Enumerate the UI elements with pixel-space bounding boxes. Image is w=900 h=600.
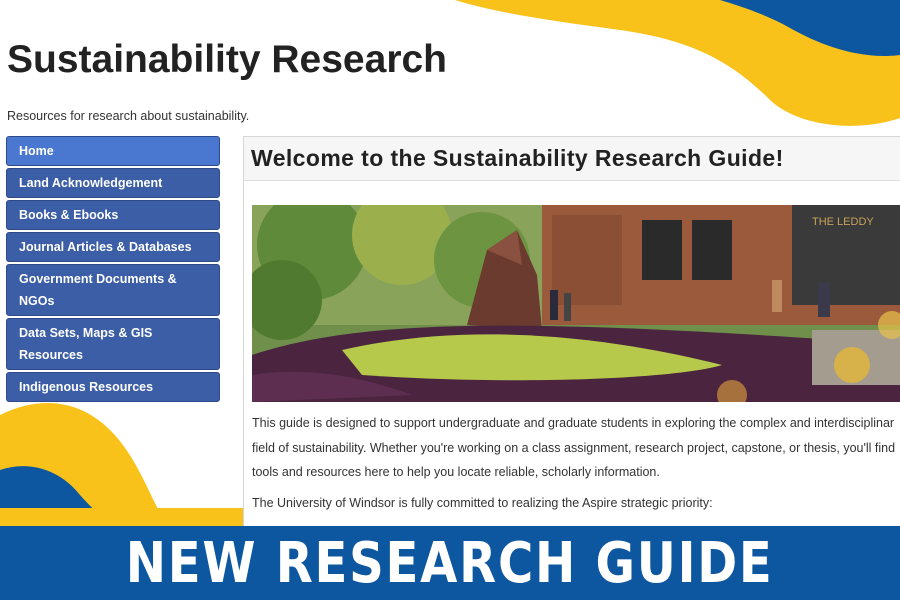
- nav-item-journal-articles[interactable]: Journal Articles & Databases: [6, 232, 220, 262]
- intro-paragraph-line-3: tools and resources here to help you loc…: [252, 465, 660, 479]
- page-title: Sustainability Research: [7, 38, 448, 81]
- announcement-banner: NEW RESEARCH GUIDE: [0, 526, 900, 600]
- page-subtitle: Resources for research about sustainabil…: [7, 109, 250, 123]
- nav-item-home[interactable]: Home: [6, 136, 220, 166]
- main-title: Welcome to the Sustainability Research G…: [251, 145, 784, 171]
- intro-paragraph-line-2: field of sustainability. Whether you're …: [252, 440, 896, 455]
- aspire-paragraph: The University of Windsor is fully commi…: [252, 495, 713, 510]
- nav-item-land-acknowledgement[interactable]: Land Acknowledgement: [6, 168, 220, 198]
- intro-paragraph-line-1: This guide is designed to support underg…: [252, 416, 895, 430]
- nav-item-government-documents[interactable]: Government Documents & NGOs: [6, 264, 220, 316]
- banner-text: NEW RESEARCH GUIDE: [126, 530, 774, 596]
- intro-text: This guide is designed to support underg…: [252, 411, 900, 521]
- campus-garden-photo: THE LEDDY: [252, 205, 900, 402]
- photo-illustration: THE LEDDY: [252, 205, 900, 402]
- guide-navigation: Home Land Acknowledgement Books & Ebooks…: [6, 136, 220, 404]
- main-content-box: Welcome to the Sustainability Research G…: [243, 136, 900, 556]
- nav-item-indigenous-resources[interactable]: Indigenous Resources: [6, 372, 220, 402]
- nav-item-data-sets-maps-gis[interactable]: Data Sets, Maps & GIS Resources: [6, 318, 220, 370]
- nav-item-books-ebooks[interactable]: Books & Ebooks: [6, 200, 220, 230]
- main-header: Welcome to the Sustainability Research G…: [244, 137, 900, 181]
- photo-sign-text: THE LEDDY: [812, 216, 874, 228]
